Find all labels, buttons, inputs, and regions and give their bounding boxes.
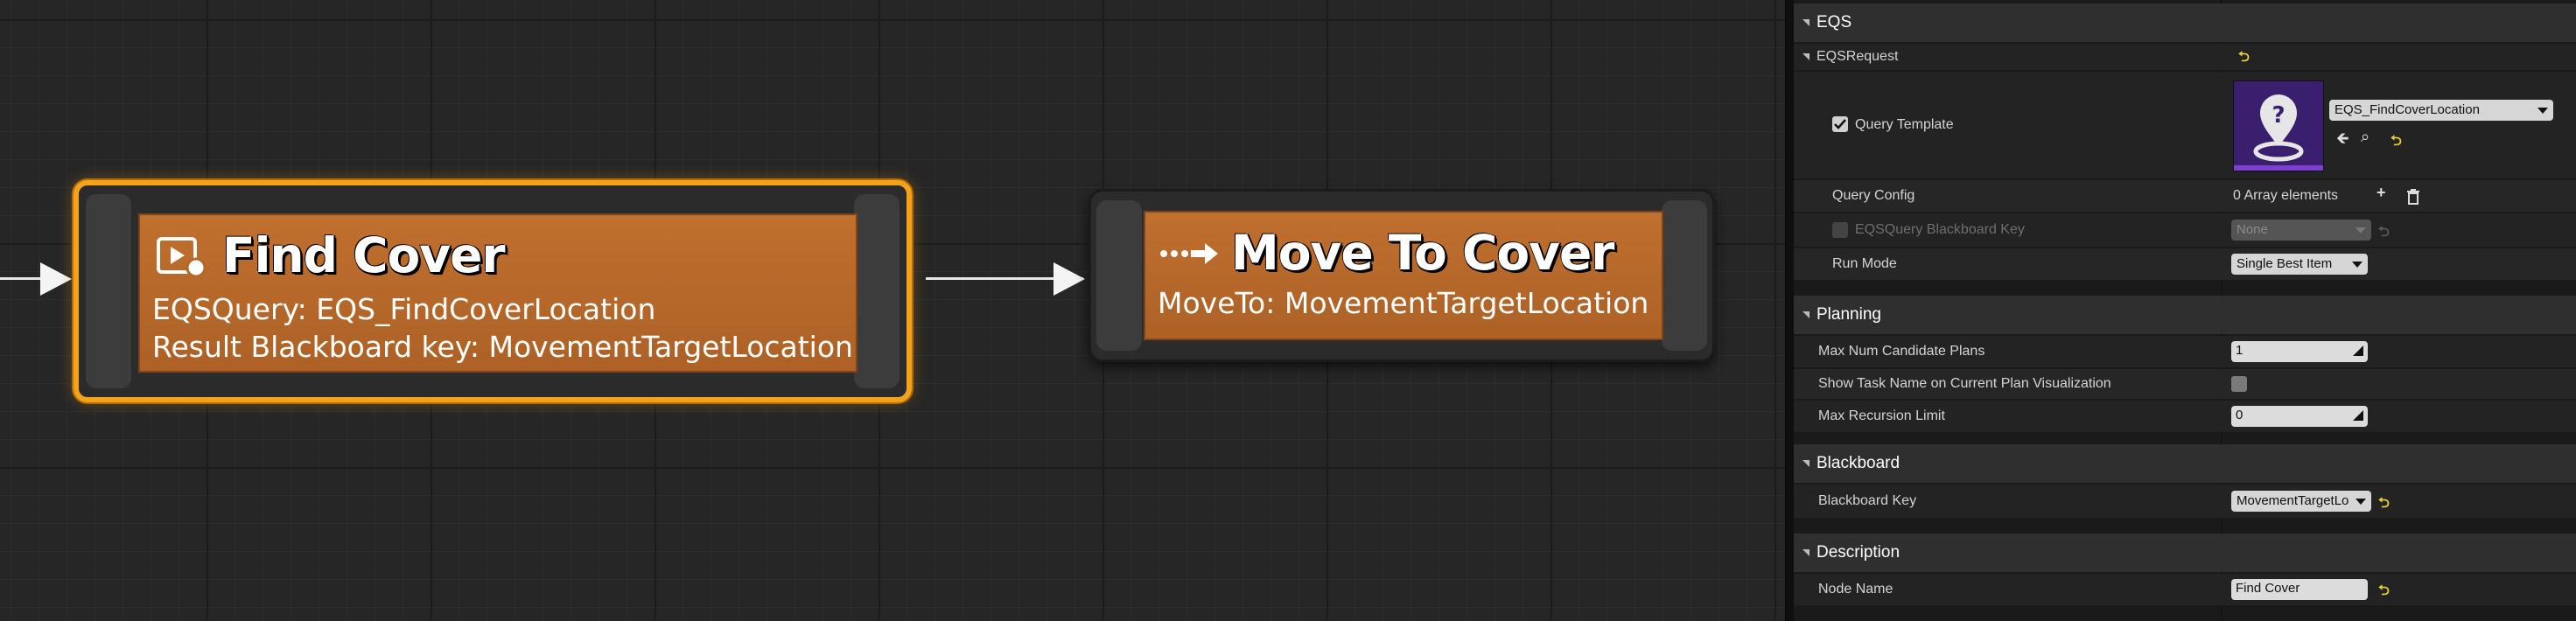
blackboard-key-value: MovementTargetLo: [2236, 493, 2349, 508]
eqs-request-row: EQSRequest ⮌: [1794, 44, 2576, 70]
find-cover-node-body: Find Cover EQSQuery: EQS_FindCoverLocati…: [138, 213, 858, 373]
query-config-value: 0 Array elements: [2233, 188, 2339, 203]
blackboard-key-row: Blackboard Key MovementTargetLo ⮌: [1794, 485, 2576, 518]
move-to-cover-title: Move To Cover: [1231, 225, 1614, 281]
move-to-cover-node[interactable]: Move To Cover MoveTo: MovementTargetLoca…: [1088, 189, 1715, 362]
category-blackboard-label: Blackboard: [1816, 454, 1900, 472]
show-task-name-checkbox[interactable]: [2231, 376, 2247, 392]
node-name-value: Find Cover: [2236, 581, 2300, 596]
eqs-query-icon: [157, 237, 206, 278]
run-mode-row: Run Mode Single Best Item: [1794, 248, 2576, 280]
reset-to-default-icon[interactable]: ⮌: [2390, 131, 2402, 155]
find-cover-eqs-query-text: EQSQuery: EQS_FindCoverLocation: [152, 292, 656, 326]
connection-arrow: [1054, 262, 1085, 296]
blackboard-key-combo[interactable]: MovementTargetLo: [2231, 491, 2371, 512]
move-to-icon: [1160, 243, 1218, 264]
eqs-query-blackboard-key-combo[interactable]: None: [2231, 220, 2371, 241]
panel-splitter[interactable]: [1785, 0, 1794, 621]
query-template-checkbox[interactable]: [1832, 116, 1848, 132]
category-description-label: Description: [1816, 543, 1900, 562]
category-eqs[interactable]: EQS: [1794, 3, 2576, 42]
add-element-icon[interactable]: +: [2376, 184, 2386, 202]
expand-arrow-icon[interactable]: [1802, 53, 1810, 60]
query-template-label: Query Template: [1855, 117, 1954, 132]
max-num-candidate-plans-input[interactable]: 1: [2231, 341, 2368, 362]
eqs-asset-icon: ?: [2234, 81, 2323, 171]
eqs-query-blackboard-key-label: EQSQuery Blackboard Key: [1855, 222, 2025, 237]
drag-spin-icon[interactable]: [2353, 410, 2363, 421]
category-description[interactable]: Description: [1794, 534, 2576, 572]
run-mode-combo[interactable]: Single Best Item: [2231, 254, 2368, 275]
blackboard-key-label: Blackboard Key: [1818, 493, 1917, 508]
query-config-row: Query Config 0 Array elements +: [1794, 180, 2576, 212]
find-cover-node[interactable]: Find Cover EQSQuery: EQS_FindCoverLocati…: [74, 180, 912, 402]
query-template-row: Query Template: [1794, 72, 2576, 178]
run-mode-value: Single Best Item: [2236, 256, 2333, 271]
node-name-input[interactable]: Find Cover: [2231, 579, 2368, 600]
reset-to-default-icon[interactable]: ⮌: [2378, 581, 2390, 604]
find-cover-result-key-text: Result Blackboard key: MovementTargetLoc…: [152, 330, 853, 364]
category-planning[interactable]: Planning: [1794, 296, 2576, 334]
reset-to-default-icon[interactable]: ⮌: [2378, 222, 2390, 246]
query-config-label: Query Config: [1832, 188, 1915, 203]
reset-to-default-icon[interactable]: ⮌: [2378, 493, 2390, 517]
max-recursion-limit-row: Max Recursion Limit 0: [1794, 401, 2576, 432]
query-template-value: EQS_FindCoverLocation: [2334, 102, 2480, 117]
expand-arrow-icon[interactable]: [1802, 19, 1810, 26]
find-cover-output-pin[interactable]: [854, 194, 900, 388]
expand-arrow-icon[interactable]: [1802, 549, 1810, 556]
expand-arrow-icon[interactable]: [1802, 311, 1810, 318]
checkmark-icon: [1834, 119, 1846, 129]
incoming-connection-arrow: [40, 262, 72, 296]
chevron-down-icon: [2352, 262, 2362, 268]
eqs-query-blackboard-key-value: None: [2236, 222, 2268, 237]
max-num-candidate-plans-label: Max Num Candidate Plans: [1818, 344, 1985, 359]
run-mode-label: Run Mode: [1832, 256, 1897, 271]
show-task-name-label: Show Task Name on Current Plan Visualiza…: [1818, 376, 2111, 391]
delete-trash-icon[interactable]: [2406, 189, 2420, 205]
browse-search-icon[interactable]: ⌕: [2361, 128, 2370, 146]
eqs-request-label: EQSRequest: [1816, 49, 1899, 64]
incoming-connection-wire: [0, 277, 40, 280]
chevron-down-icon: [2356, 499, 2366, 505]
node-name-row: Node Name Find Cover ⮌: [1794, 574, 2576, 605]
category-blackboard[interactable]: Blackboard: [1794, 444, 2576, 483]
eqs-query-blackboard-key-row: EQSQuery Blackboard Key None ⮌: [1794, 213, 2576, 247]
max-recursion-limit-value: 0: [2236, 408, 2244, 422]
move-to-cover-target-text: MoveTo: MovementTargetLocation: [1158, 286, 1649, 320]
drag-spin-icon[interactable]: [2353, 345, 2363, 356]
max-recursion-limit-input[interactable]: 0: [2231, 406, 2368, 427]
chevron-down-icon: [2538, 108, 2548, 114]
move-to-cover-node-body: Move To Cover MoveTo: MovementTargetLoca…: [1144, 211, 1663, 340]
eqs-query-blackboard-key-checkbox[interactable]: [1832, 222, 1848, 238]
max-num-candidate-plans-value: 1: [2236, 343, 2244, 358]
max-num-candidate-plans-row: Max Num Candidate Plans 1: [1794, 336, 2576, 367]
show-task-name-row: Show Task Name on Current Plan Visualiza…: [1794, 369, 2576, 399]
behavior-graph-canvas[interactable]: Find Cover EQSQuery: EQS_FindCoverLocati…: [0, 0, 1785, 621]
expand-arrow-icon[interactable]: [1802, 460, 1810, 467]
reset-to-default-icon[interactable]: ⮌: [2238, 47, 2250, 71]
find-cover-input-pin[interactable]: [86, 194, 131, 388]
find-cover-title: Find Cover: [222, 227, 506, 283]
max-recursion-limit-label: Max Recursion Limit: [1818, 408, 1945, 423]
details-panel: EQS EQSRequest ⮌ Query Template ? EQS_Fi…: [1794, 0, 2576, 621]
move-to-cover-output-pin[interactable]: [1662, 200, 1707, 351]
move-to-cover-input-pin[interactable]: [1096, 200, 1142, 351]
query-template-thumbnail[interactable]: ?: [2233, 80, 2324, 171]
query-template-asset-combo[interactable]: EQS_FindCoverLocation: [2329, 100, 2553, 121]
use-selected-arrow-icon[interactable]: 🡸: [2336, 128, 2349, 154]
node-name-label: Node Name: [1818, 582, 1894, 597]
category-planning-label: Planning: [1816, 305, 1881, 324]
category-eqs-label: EQS: [1816, 13, 1852, 31]
chevron-down-icon: [2356, 227, 2366, 234]
svg-text:?: ?: [2272, 102, 2285, 129]
